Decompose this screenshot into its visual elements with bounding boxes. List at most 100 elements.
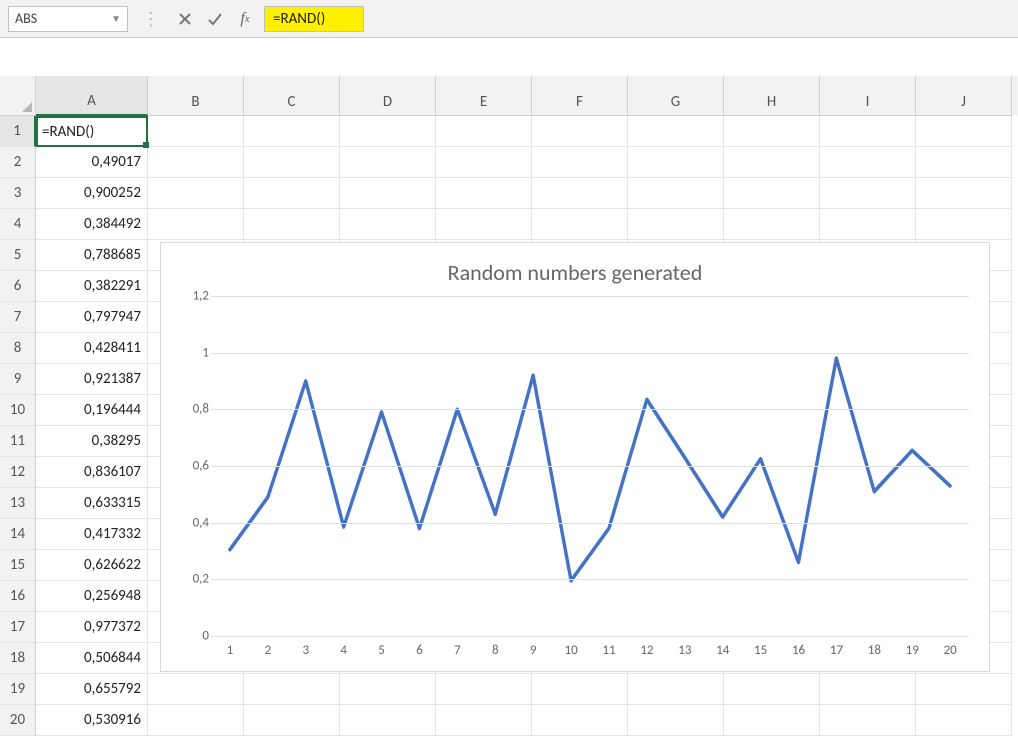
row-header-9[interactable]: 9: [0, 364, 36, 395]
cell-G1[interactable]: [628, 116, 724, 147]
formula-input[interactable]: =RAND(): [264, 6, 364, 32]
column-header-J[interactable]: J: [916, 76, 1012, 116]
row-header-6[interactable]: 6: [0, 271, 36, 302]
column-header-E[interactable]: E: [436, 76, 532, 116]
cell-J2[interactable]: [916, 147, 1012, 178]
row-header-19[interactable]: 19: [0, 674, 36, 705]
cell-D19[interactable]: [340, 674, 436, 705]
column-header-B[interactable]: B: [148, 76, 244, 116]
cell-A12[interactable]: 0,836107: [36, 457, 148, 488]
cell-A13[interactable]: 0,633315: [36, 488, 148, 519]
column-header-D[interactable]: D: [340, 76, 436, 116]
cell-I4[interactable]: [820, 209, 916, 240]
cell-H19[interactable]: [724, 674, 820, 705]
cell-A8[interactable]: 0,428411: [36, 333, 148, 364]
cell-C1[interactable]: [244, 116, 340, 147]
cell-C3[interactable]: [244, 178, 340, 209]
confirm-icon[interactable]: [204, 8, 226, 30]
row-header-14[interactable]: 14: [0, 519, 36, 550]
cell-C19[interactable]: [244, 674, 340, 705]
cell-B2[interactable]: [148, 147, 244, 178]
cell-D2[interactable]: [340, 147, 436, 178]
cell-A15[interactable]: 0,626622: [36, 550, 148, 581]
column-header-A[interactable]: A: [36, 76, 148, 116]
row-header-13[interactable]: 13: [0, 488, 36, 519]
cell-J4[interactable]: [916, 209, 1012, 240]
cell-A19[interactable]: 0,655792: [36, 674, 148, 705]
cell-A16[interactable]: 0,256948: [36, 581, 148, 612]
cell-E2[interactable]: [436, 147, 532, 178]
column-header-I[interactable]: I: [820, 76, 916, 116]
row-header-2[interactable]: 2: [0, 147, 36, 178]
cell-E1[interactable]: [436, 116, 532, 147]
cell-I19[interactable]: [820, 674, 916, 705]
cell-A14[interactable]: 0,417332: [36, 519, 148, 550]
cell-A10[interactable]: 0,196444: [36, 395, 148, 426]
cell-G3[interactable]: [628, 178, 724, 209]
cell-J3[interactable]: [916, 178, 1012, 209]
cell-H2[interactable]: [724, 147, 820, 178]
row-header-8[interactable]: 8: [0, 333, 36, 364]
cell-B1[interactable]: [148, 116, 244, 147]
cell-C2[interactable]: [244, 147, 340, 178]
row-header-4[interactable]: 4: [0, 209, 36, 240]
column-header-F[interactable]: F: [532, 76, 628, 116]
cell-A18[interactable]: 0,506844: [36, 643, 148, 674]
cell-A9[interactable]: 0,921387: [36, 364, 148, 395]
cell-F2[interactable]: [532, 147, 628, 178]
cell-E4[interactable]: [436, 209, 532, 240]
cell-A5[interactable]: 0,788685: [36, 240, 148, 271]
cell-H1[interactable]: [724, 116, 820, 147]
cell-H4[interactable]: [724, 209, 820, 240]
row-header-16[interactable]: 16: [0, 581, 36, 612]
cell-G4[interactable]: [628, 209, 724, 240]
chart[interactable]: Random numbers generated 123456789101112…: [160, 242, 990, 672]
cell-J1[interactable]: [916, 116, 1012, 147]
cell-A4[interactable]: 0,384492: [36, 209, 148, 240]
cell-A2[interactable]: 0,49017: [36, 147, 148, 178]
row-header-7[interactable]: 7: [0, 302, 36, 333]
cell-G19[interactable]: [628, 674, 724, 705]
cell-H3[interactable]: [724, 178, 820, 209]
row-header-1[interactable]: 1: [0, 116, 36, 147]
row-header-3[interactable]: 3: [0, 178, 36, 209]
fx-icon[interactable]: fx: [234, 8, 256, 30]
select-all-corner[interactable]: [0, 76, 36, 116]
cell-B4[interactable]: [148, 209, 244, 240]
row-header-17[interactable]: 17: [0, 612, 36, 643]
column-header-C[interactable]: C: [244, 76, 340, 116]
cell-G2[interactable]: [628, 147, 724, 178]
cell-E3[interactable]: [436, 178, 532, 209]
cell-A17[interactable]: 0,977372: [36, 612, 148, 643]
cell-F1[interactable]: [532, 116, 628, 147]
cell-J19[interactable]: [916, 674, 1012, 705]
cell-A1[interactable]: =RAND(): [36, 116, 148, 147]
cell-F3[interactable]: [532, 178, 628, 209]
column-header-H[interactable]: H: [724, 76, 820, 116]
row-header-18[interactable]: 18: [0, 643, 36, 674]
row-header-12[interactable]: 12: [0, 457, 36, 488]
cell-A11[interactable]: 0,38295: [36, 426, 148, 457]
cell-A6[interactable]: 0,382291: [36, 271, 148, 302]
row-header-5[interactable]: 5: [0, 240, 36, 271]
cell-C4[interactable]: [244, 209, 340, 240]
name-box[interactable]: ABS ▼: [8, 6, 128, 32]
cell-F4[interactable]: [532, 209, 628, 240]
cell-D4[interactable]: [340, 209, 436, 240]
cell-A7[interactable]: 0,797947: [36, 302, 148, 333]
row-header-10[interactable]: 10: [0, 395, 36, 426]
cell-I3[interactable]: [820, 178, 916, 209]
cell-F19[interactable]: [532, 674, 628, 705]
cell-I1[interactable]: [820, 116, 916, 147]
cell-A3[interactable]: 0,900252: [36, 178, 148, 209]
cell-D1[interactable]: [340, 116, 436, 147]
cell-D3[interactable]: [340, 178, 436, 209]
row-header-11[interactable]: 11: [0, 426, 36, 457]
cancel-icon[interactable]: [174, 8, 196, 30]
cell-E19[interactable]: [436, 674, 532, 705]
cell-B19[interactable]: [148, 674, 244, 705]
cell-I2[interactable]: [820, 147, 916, 178]
column-header-G[interactable]: G: [628, 76, 724, 116]
row-header-15[interactable]: 15: [0, 550, 36, 581]
cell-B3[interactable]: [148, 178, 244, 209]
